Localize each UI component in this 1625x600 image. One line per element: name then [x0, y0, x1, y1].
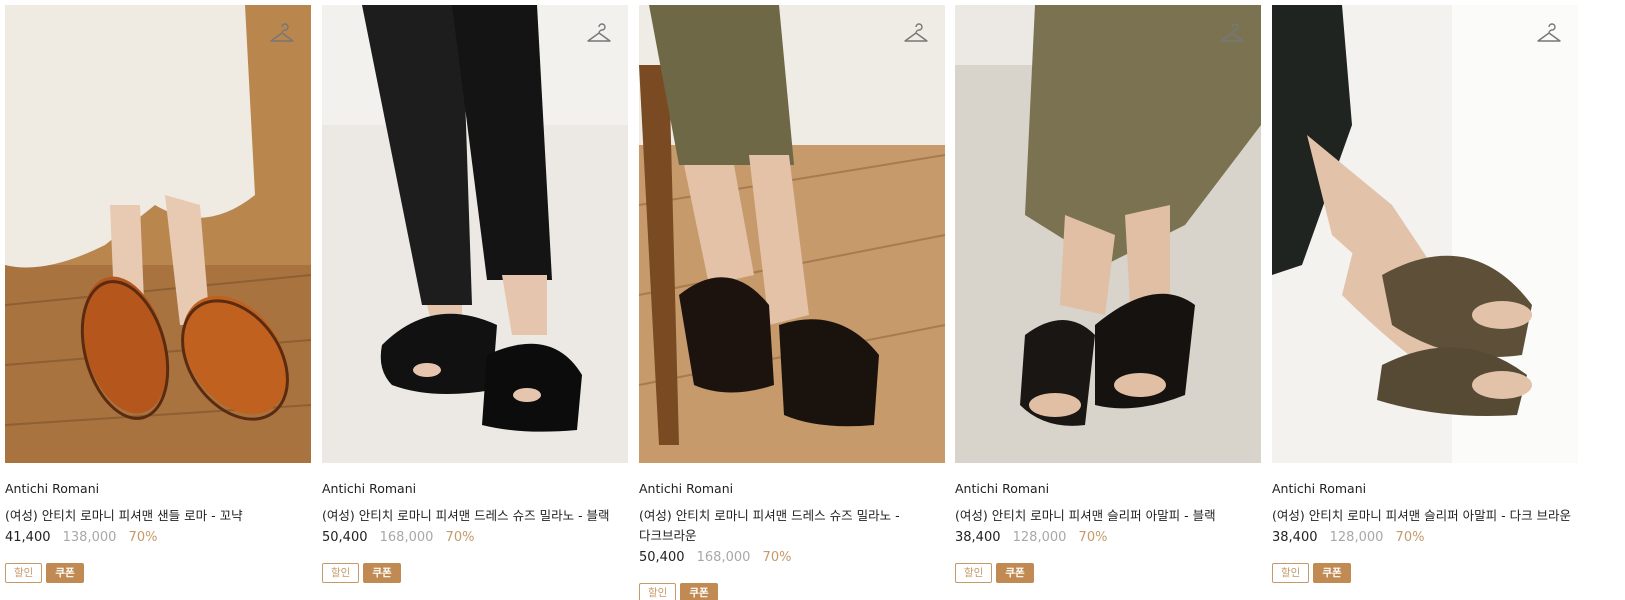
- original-price: 168,000: [696, 550, 751, 565]
- product-badges: 할인 쿠폰: [639, 583, 945, 600]
- product-badges: 할인 쿠폰: [955, 563, 1261, 583]
- product-image[interactable]: [639, 5, 945, 463]
- product-card[interactable]: Antichi Romani (여성) 안티치 로마니 피셔맨 슬리퍼 아말피 …: [1272, 5, 1578, 583]
- sale-badge: 할인: [639, 583, 677, 600]
- product-card[interactable]: Antichi Romani (여성) 안티치 로마니 피셔맨 샌들 로마 - …: [5, 5, 311, 583]
- coupon-badge: 쿠폰: [996, 563, 1034, 583]
- sale-price: 38,400: [1272, 530, 1318, 545]
- hanger-icon[interactable]: [903, 21, 929, 47]
- coupon-badge: 쿠폰: [1313, 563, 1351, 583]
- product-brand: Antichi Romani: [639, 481, 734, 496]
- original-price: 138,000: [62, 530, 117, 545]
- product-prices: 38,400 128,000 70%: [1272, 528, 1578, 548]
- product-photo-black-slippers: [955, 5, 1261, 463]
- sale-price: 38,400: [955, 530, 1001, 545]
- product-brand: Antichi Romani: [955, 481, 1050, 496]
- product-image[interactable]: [5, 5, 311, 463]
- sale-badge: 할인: [5, 563, 43, 583]
- product-image[interactable]: [1272, 5, 1578, 463]
- product-badges: 할인 쿠폰: [322, 563, 628, 583]
- product-prices: 38,400 128,000 70%: [955, 528, 1261, 548]
- product-badges: 할인 쿠폰: [1272, 563, 1578, 583]
- discount-rate: 70%: [1395, 530, 1425, 545]
- product-card[interactable]: Antichi Romani (여성) 안티치 로마니 피셔맨 슬리퍼 아말피 …: [955, 5, 1261, 583]
- discount-rate: 70%: [762, 550, 792, 565]
- hanger-icon[interactable]: [269, 21, 295, 47]
- product-photo-darkbrown-dress-shoes: [639, 5, 945, 463]
- coupon-badge: 쿠폰: [680, 583, 718, 600]
- sale-price: 50,400: [639, 550, 685, 565]
- sale-price: 41,400: [5, 530, 51, 545]
- product-title[interactable]: (여성) 안티치 로마니 피셔맨 드레스 슈즈 밀라노 - 다크브라운: [639, 506, 945, 546]
- discount-rate: 70%: [128, 530, 158, 545]
- product-title[interactable]: (여성) 안티치 로마니 피셔맨 샌들 로마 - 꼬냑: [5, 506, 311, 526]
- product-photo-cognac-sandals: [5, 5, 311, 463]
- sale-price: 50,400: [322, 530, 368, 545]
- product-brand: Antichi Romani: [322, 481, 417, 496]
- hanger-icon[interactable]: [1219, 21, 1245, 47]
- product-image[interactable]: [955, 5, 1261, 463]
- product-title[interactable]: (여성) 안티치 로마니 피셔맨 슬리퍼 아말피 - 블랙: [955, 506, 1261, 526]
- hanger-icon[interactable]: [1536, 21, 1562, 47]
- sale-badge: 할인: [322, 563, 360, 583]
- product-grid: Antichi Romani (여성) 안티치 로마니 피셔맨 샌들 로마 - …: [0, 0, 1625, 600]
- product-image[interactable]: [322, 5, 628, 463]
- coupon-badge: 쿠폰: [46, 563, 84, 583]
- product-brand: Antichi Romani: [1272, 481, 1367, 496]
- product-title[interactable]: (여성) 안티치 로마니 피셔맨 슬리퍼 아말피 - 다크 브라운: [1272, 506, 1578, 526]
- product-card[interactable]: Antichi Romani (여성) 안티치 로마니 피셔맨 드레스 슈즈 밀…: [639, 5, 945, 600]
- coupon-badge: 쿠폰: [363, 563, 401, 583]
- product-title[interactable]: (여성) 안티치 로마니 피셔맨 드레스 슈즈 밀라노 - 블랙: [322, 506, 628, 526]
- product-card[interactable]: Antichi Romani (여성) 안티치 로마니 피셔맨 드레스 슈즈 밀…: [322, 5, 628, 583]
- product-prices: 41,400 138,000 70%: [5, 528, 311, 548]
- product-prices: 50,400 168,000 70%: [322, 528, 628, 548]
- discount-rate: 70%: [1078, 530, 1108, 545]
- product-photo-darkbrown-slippers: [1272, 5, 1578, 463]
- product-photo-black-dress-shoes: [322, 5, 628, 463]
- original-price: 128,000: [1012, 530, 1067, 545]
- original-price: 128,000: [1329, 530, 1384, 545]
- product-badges: 할인 쿠폰: [5, 563, 311, 583]
- hanger-icon[interactable]: [586, 21, 612, 47]
- sale-badge: 할인: [955, 563, 993, 583]
- product-prices: 50,400 168,000 70%: [639, 548, 945, 568]
- sale-badge: 할인: [1272, 563, 1310, 583]
- product-brand: Antichi Romani: [5, 481, 100, 496]
- original-price: 168,000: [379, 530, 434, 545]
- discount-rate: 70%: [445, 530, 475, 545]
